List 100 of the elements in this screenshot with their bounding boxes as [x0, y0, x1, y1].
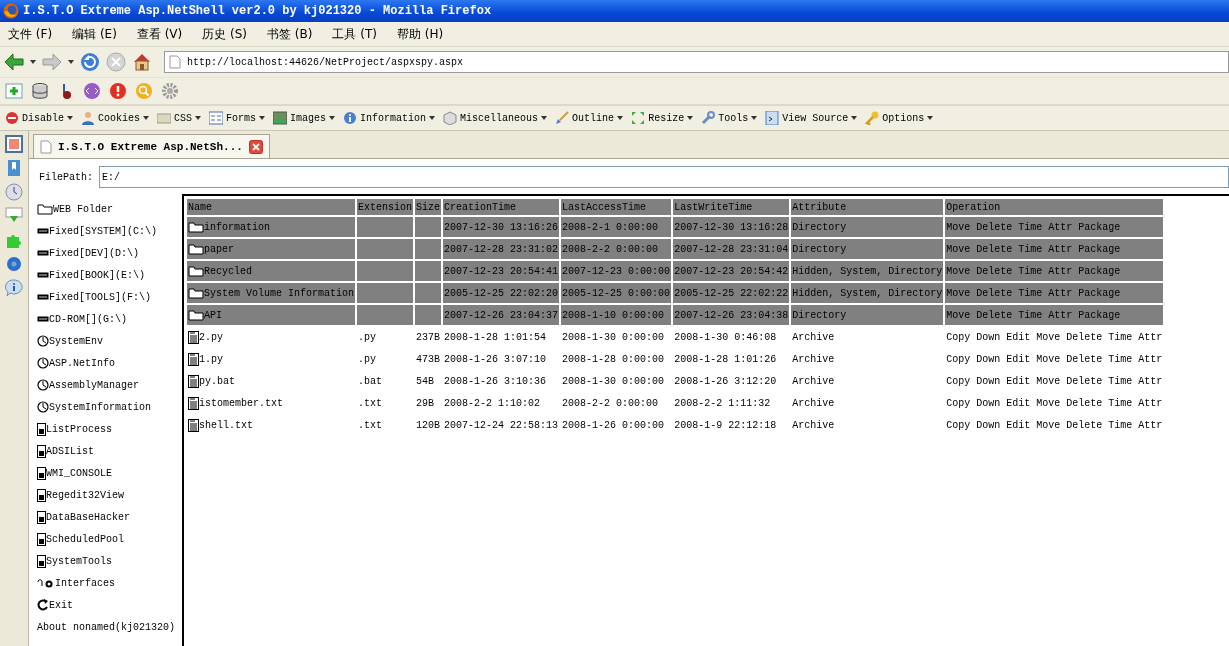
menu-item[interactable]: 查看 (V) [136, 25, 183, 43]
sidebar-link[interactable]: Regedit32View [37, 484, 182, 506]
dropdown-icon[interactable] [68, 60, 74, 64]
menu-item[interactable]: 工具 (T) [332, 25, 377, 43]
action-link[interactable]: Move [946, 221, 971, 233]
close-icon[interactable] [248, 139, 263, 154]
column-header[interactable]: CreationTime [443, 199, 560, 215]
column-header[interactable]: LastAccessTime [561, 199, 672, 215]
info-icon[interactable] [5, 279, 23, 297]
action-link[interactable]: Delete [1066, 353, 1103, 365]
action-link[interactable]: Down [976, 375, 1001, 387]
sidebar-link[interactable]: WMI_CONSOLE [37, 462, 182, 484]
column-header[interactable]: Operation [945, 199, 1164, 215]
menu-item[interactable]: 编辑 (E) [72, 25, 117, 43]
action-link[interactable]: Delete [976, 265, 1013, 277]
action-link[interactable]: Attr [1138, 397, 1163, 409]
column-header[interactable]: Extension [357, 199, 414, 215]
action-link[interactable]: Edit [1006, 331, 1031, 343]
action-link[interactable]: Move [1036, 397, 1061, 409]
action-link[interactable]: Attr [1138, 375, 1163, 387]
sidebar-link[interactable]: Fixed[DEV](D:\) [37, 242, 182, 264]
back-icon[interactable] [4, 53, 24, 71]
add-icon[interactable] [5, 82, 23, 100]
column-header[interactable]: Size [415, 199, 442, 215]
column-header[interactable]: LastWriteTime [673, 199, 790, 215]
sidebar-link[interactable]: CD-ROM[](G:\) [37, 308, 182, 330]
file-link[interactable]: py.bat [199, 375, 235, 387]
action-link[interactable]: Delete [1066, 419, 1103, 431]
toolbar-menu-button[interactable]: Options [863, 111, 936, 125]
action-link[interactable]: Down [976, 397, 1001, 409]
alert-icon[interactable] [109, 82, 127, 100]
sidebar-link[interactable]: WEB Folder [37, 198, 182, 220]
toolbar-menu-button[interactable]: Information [341, 111, 438, 125]
action-link[interactable]: Move [1036, 419, 1061, 431]
action-link[interactable]: Attr [1048, 243, 1073, 255]
action-link[interactable]: Time [1108, 353, 1133, 365]
sidebar-link[interactable]: ASP.NetInfo [37, 352, 182, 374]
folder-link[interactable]: paper [204, 243, 234, 255]
action-link[interactable]: Move [1036, 331, 1061, 343]
bookmark-icon[interactable] [5, 159, 23, 177]
action-link[interactable]: Copy [946, 397, 971, 409]
action-link[interactable]: Time [1018, 243, 1043, 255]
action-link[interactable]: Edit [1006, 353, 1031, 365]
action-link[interactable]: Down [976, 419, 1001, 431]
action-link[interactable]: Copy [946, 353, 971, 365]
forward-icon[interactable] [42, 53, 62, 71]
action-link[interactable]: Move [1036, 353, 1061, 365]
toolbar-menu-button[interactable]: Images [271, 111, 338, 125]
action-link[interactable]: Time [1018, 221, 1043, 233]
toolbar-menu-button[interactable]: Resize [629, 111, 696, 125]
action-link[interactable]: Time [1108, 331, 1133, 343]
action-link[interactable]: Time [1018, 265, 1043, 277]
sidebar-link[interactable]: Fixed[SYSTEM](C:\) [37, 220, 182, 242]
column-header[interactable]: Name [187, 199, 356, 215]
action-link[interactable]: Down [976, 353, 1001, 365]
action-link[interactable]: Copy [946, 375, 971, 387]
toolbar-menu-button[interactable]: Tools [699, 111, 760, 125]
action-link[interactable]: Delete [1066, 397, 1103, 409]
sidebar-link[interactable]: About nonamed(kj021320) [37, 616, 182, 638]
file-link[interactable]: shell.txt [199, 419, 253, 431]
sidebar-link[interactable]: SystemInformation [37, 396, 182, 418]
action-link[interactable]: Move [946, 265, 971, 277]
action-link[interactable]: Time [1108, 375, 1133, 387]
database-icon[interactable] [31, 82, 49, 100]
folder-link[interactable]: API [204, 309, 222, 321]
menu-item[interactable]: 帮助 (H) [397, 25, 444, 43]
action-link[interactable]: Move [946, 243, 971, 255]
action-link[interactable]: Delete [976, 221, 1013, 233]
menu-item[interactable]: 文件 (F) [8, 25, 53, 43]
settings-icon[interactable] [161, 82, 179, 100]
action-link[interactable]: Package [1078, 243, 1121, 255]
code-icon[interactable] [83, 82, 101, 100]
action-link[interactable]: Attr [1048, 221, 1073, 233]
action-link[interactable]: Copy [946, 331, 971, 343]
toolbar-menu-button[interactable]: Outline [553, 111, 626, 125]
toolbar-menu-button[interactable]: CSS [155, 111, 204, 125]
sidebar-link[interactable]: Exit [37, 594, 182, 616]
action-link[interactable]: Time [1018, 287, 1043, 299]
menu-item[interactable]: 书签 (B) [267, 25, 313, 43]
sidebar-link[interactable]: SystemEnv [37, 330, 182, 352]
sidebar-link[interactable]: ScheduledPool [37, 528, 182, 550]
file-link[interactable]: 2.py [199, 331, 223, 343]
action-link[interactable]: Delete [1066, 331, 1103, 343]
file-link[interactable]: 1.py [199, 353, 223, 365]
reload-icon[interactable] [80, 52, 100, 72]
path-field[interactable]: E:/ [99, 166, 1229, 188]
sidebar-link[interactable]: ADSIList [37, 440, 182, 462]
action-link[interactable]: Move [946, 287, 971, 299]
action-link[interactable]: Package [1078, 287, 1121, 299]
dropdown-icon[interactable] [30, 60, 36, 64]
action-link[interactable]: Delete [976, 309, 1013, 321]
action-link[interactable]: Package [1078, 265, 1121, 277]
sidebar-link[interactable]: ListProcess [37, 418, 182, 440]
action-link[interactable]: Edit [1006, 397, 1031, 409]
toolbar-menu-button[interactable]: Miscellaneous [441, 111, 550, 125]
action-link[interactable]: Time [1108, 419, 1133, 431]
sidebar-link[interactable]: SystemTools [37, 550, 182, 572]
toolbar-menu-button[interactable]: View Source [763, 111, 860, 125]
column-header[interactable]: Attribute [791, 199, 944, 215]
action-link[interactable]: Move [946, 309, 971, 321]
